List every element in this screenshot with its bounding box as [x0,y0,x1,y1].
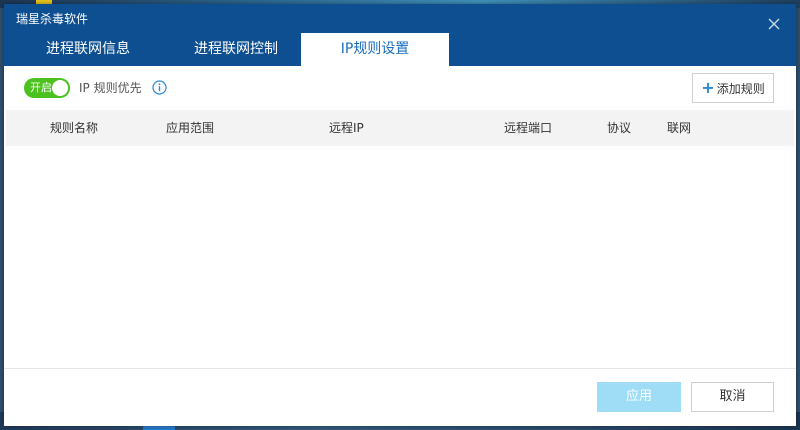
column-network[interactable]: 联网 [667,110,691,146]
titlebar: 瑞星杀毒软件 进程联网信息 进程联网控制 IP规则设置 [4,4,796,66]
rules-table-header: 规则名称 应用范围 远程IP 远程端口 协议 联网 [6,110,794,146]
info-button[interactable] [152,80,167,95]
toggle-label: 开启 [30,81,52,94]
add-rule-label: 添加规则 [716,81,765,96]
info-icon [152,80,167,95]
tab-process-network-control[interactable]: 进程联网控制 [172,33,300,66]
cancel-button[interactable]: 取消 [691,382,774,412]
dialog-footer: 应用 取消 [4,368,796,426]
column-remote-port[interactable]: 远程端口 [504,110,552,146]
column-remote-ip[interactable]: 远程IP [329,110,364,146]
close-icon [768,18,780,30]
ip-rule-priority-label: IP 规则优先 [79,81,142,95]
apply-button[interactable]: 应用 [597,382,681,412]
column-rule-name[interactable]: 规则名称 [50,110,98,146]
toggle-knob [52,80,68,96]
add-rule-button[interactable]: + 添加规则 [692,73,774,103]
tab-bar: 进程联网信息 进程联网控制 IP规则设置 [4,33,796,66]
plus-icon: + [701,78,715,97]
column-scope[interactable]: 应用范围 [166,110,214,146]
column-protocol[interactable]: 协议 [607,110,631,146]
tab-ip-rule-settings[interactable]: IP规则设置 [301,33,449,66]
rules-table-body [6,146,794,370]
ip-rules-dialog: 瑞星杀毒软件 进程联网信息 进程联网控制 IP规则设置 开启 IP 规则优先 +… [4,4,796,426]
ip-rule-priority-toggle[interactable]: 开启 [24,78,70,98]
tab-process-network-info[interactable]: 进程联网信息 [4,33,172,66]
close-button[interactable] [766,16,782,32]
window-title: 瑞星杀毒软件 [16,12,89,26]
